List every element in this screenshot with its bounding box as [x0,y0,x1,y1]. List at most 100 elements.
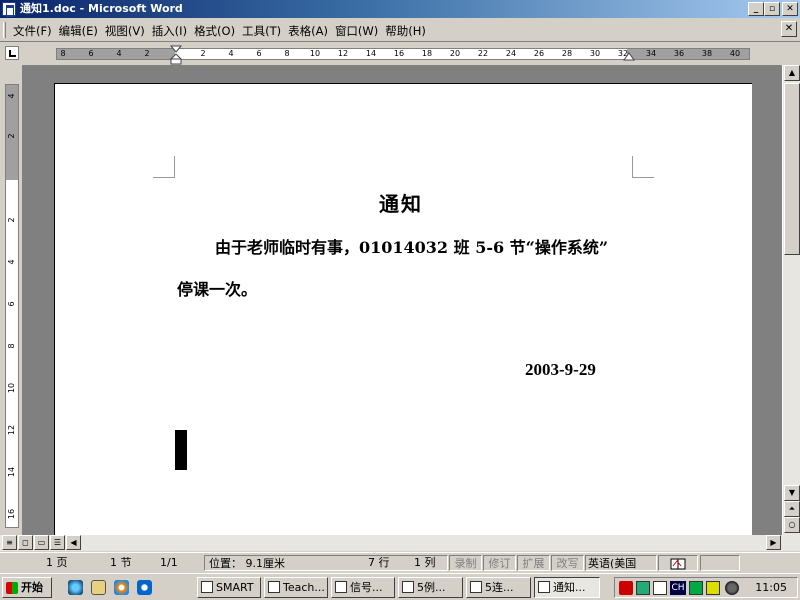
restore-button[interactable]: ▫ [764,2,780,16]
status-extend-selection[interactable]: 扩展 [517,555,550,571]
document-page[interactable]: 通知 由于老师临时有事，01014032 班 5-6 节“操作系统” 停课一次。… [54,83,752,543]
previous-page-button[interactable]: ⏶ [784,501,800,517]
word-doc-icon[interactable] [2,2,16,17]
right-indent-marker[interactable] [623,52,635,62]
status-language[interactable]: 英语(美国 [585,555,657,571]
ruler-number: 22 [477,49,489,58]
menu-item-6[interactable]: 表格(A) [285,22,331,39]
print-layout-view-icon[interactable]: ▭ [34,535,49,550]
ruler-number: 4 [228,49,234,58]
status-page: 1 页 [46,556,68,569]
ruler-number: 4 [116,49,122,58]
menu-item-2[interactable]: 视图(V) [102,22,148,39]
close-button[interactable]: ✕ [782,2,798,16]
ruler-number: 26 [533,49,545,58]
ruler-number: 28 [561,49,573,58]
teach-app-icon [268,581,280,593]
minimize-button[interactable]: _ [748,2,764,16]
ruler-number: 14 [365,49,377,58]
ruler-number: 34 [645,49,657,58]
vertical-scrollbar[interactable]: ▲ ▼ ⏶ ○ [782,65,800,535]
internet-explorer-icon[interactable] [68,580,83,595]
taskbar-task-1[interactable]: Teach... [264,577,328,598]
taskbar-task-3[interactable]: 5例... [398,577,463,598]
vertical-scroll-thumb[interactable] [784,83,800,255]
menu-item-7[interactable]: 窗口(W) [332,22,381,39]
taskbar-task-label: 5连... [485,581,514,594]
volume-icon[interactable] [725,581,739,595]
taskbar: 开始 SMART Teach... 信号... 5例... 5连... 通知... CH … [0,573,800,600]
media-player-icon[interactable] [114,580,129,595]
spelling-status-panel[interactable] [658,555,698,571]
input-language-indicator[interactable]: CH [670,581,686,595]
vertical-ruler-number: 16 [7,508,16,520]
ruler-row: 8 6 4 2 2 4 6 8 10 12 14 16 18 20 22 24 26 28 30 32 34 36 38 40 [0,43,800,65]
taskbar-task-label: 5例... [417,581,446,594]
web-view-icon[interactable]: ◻ [18,535,33,550]
spelling-book-icon [670,558,686,570]
taskbar-task-5[interactable]: 通知... [534,577,600,598]
scroll-down-button[interactable]: ▼ [784,485,800,501]
vertical-ruler[interactable]: 4 2 2 4 6 8 10 12 14 16 [5,84,19,528]
scroll-left-button[interactable]: ◀ [66,535,81,550]
vertical-ruler-number: 4 [7,259,16,265]
toolbar-grip[interactable] [3,22,6,38]
vertical-ruler-number: 8 [7,343,16,349]
menu-item-5[interactable]: 工具(T) [239,22,284,39]
taskbar-task-0[interactable]: SMART [197,577,261,598]
document-paragraph-line-1[interactable]: 由于老师临时有事，01014032 班 5-6 节“操作系统” [215,234,608,258]
status-overtype[interactable]: 改写 [551,555,584,571]
title-bar[interactable]: 通知1.doc - Microsoft Word _ ▫ ✕ [0,0,800,18]
status-empty-panel [700,555,740,571]
pen-icon[interactable] [653,581,667,595]
outlook-express-icon[interactable] [91,580,106,595]
document-heading[interactable]: 通知 [379,188,423,217]
status-track-changes[interactable]: 修订 [483,555,516,571]
scroll-up-button[interactable]: ▲ [784,65,800,81]
ruler-number: 20 [449,49,461,58]
status-section: 1 节 [110,556,132,569]
ruler-number: 38 [701,49,713,58]
windows-flag-icon [6,582,18,594]
menu-item-4[interactable]: 格式(O) [191,22,238,39]
ruler-number: 8 [60,49,66,58]
antivirus-icon[interactable] [619,581,633,595]
taskbar-task-4[interactable]: 5连... [466,577,531,598]
channel-icon[interactable] [137,580,152,595]
vertical-ruler-number: 4 [7,93,16,99]
status-line: 7 行 [368,556,390,569]
network-icon[interactable] [636,581,650,595]
first-line-indent-marker[interactable] [170,45,182,65]
select-browse-object-button[interactable]: ○ [784,517,800,533]
ruler-number: 36 [673,49,685,58]
taskbar-task-label: Teach... [283,581,325,594]
tab-stop-selector[interactable] [5,46,19,60]
taskbar-clock[interactable]: 11:05 [755,580,787,596]
horizontal-ruler[interactable]: 8 6 4 2 2 4 6 8 10 12 14 16 18 20 22 24 26 28 30 32 34 36 38 40 [56,45,750,65]
status-record-macro[interactable]: 录制 [449,555,482,571]
menu-item-3[interactable]: 插入(I) [149,22,190,39]
scroll-right-button[interactable]: ▶ [766,535,781,550]
ruler-number: 12 [337,49,349,58]
menu-item-0[interactable]: 文件(F) [10,22,55,39]
menu-item-1[interactable]: 编辑(E) [56,22,101,39]
outline-view-icon[interactable]: ☰ [50,535,65,550]
document-close-button[interactable]: ✕ [781,21,797,37]
document-date[interactable]: 2003-9-29 [525,360,596,380]
menu-bar: 文件(F) 编辑(E) 视图(V) 插入(I) 格式(O) 工具(T) 表格(A) 窗口(W)… [0,18,800,42]
menu-list: 文件(F) 编辑(E) 视图(V) 插入(I) 格式(O) 工具(T) 表格(A) 窗口(W)… [10,22,430,39]
taskbar-task-2[interactable]: 信号... [331,577,395,598]
vertical-ruler-number: 14 [7,466,16,478]
smart-app-icon [201,581,213,593]
ime-toolbar-icon[interactable] [706,581,720,595]
menu-item-8[interactable]: 帮助(H) [382,22,429,39]
text-cursor [175,430,187,470]
document-paragraph-line-2[interactable]: 停课一次。 [177,276,257,300]
status-position-panel: 位置： 9.1厘米 [204,555,448,571]
keyboard-icon[interactable] [689,581,703,595]
normal-view-icon[interactable]: ≡ [2,535,17,550]
folder-icon [335,581,347,593]
start-button[interactable]: 开始 [2,577,52,598]
powerpoint-icon [470,581,482,593]
ruler-number: 6 [256,49,262,58]
